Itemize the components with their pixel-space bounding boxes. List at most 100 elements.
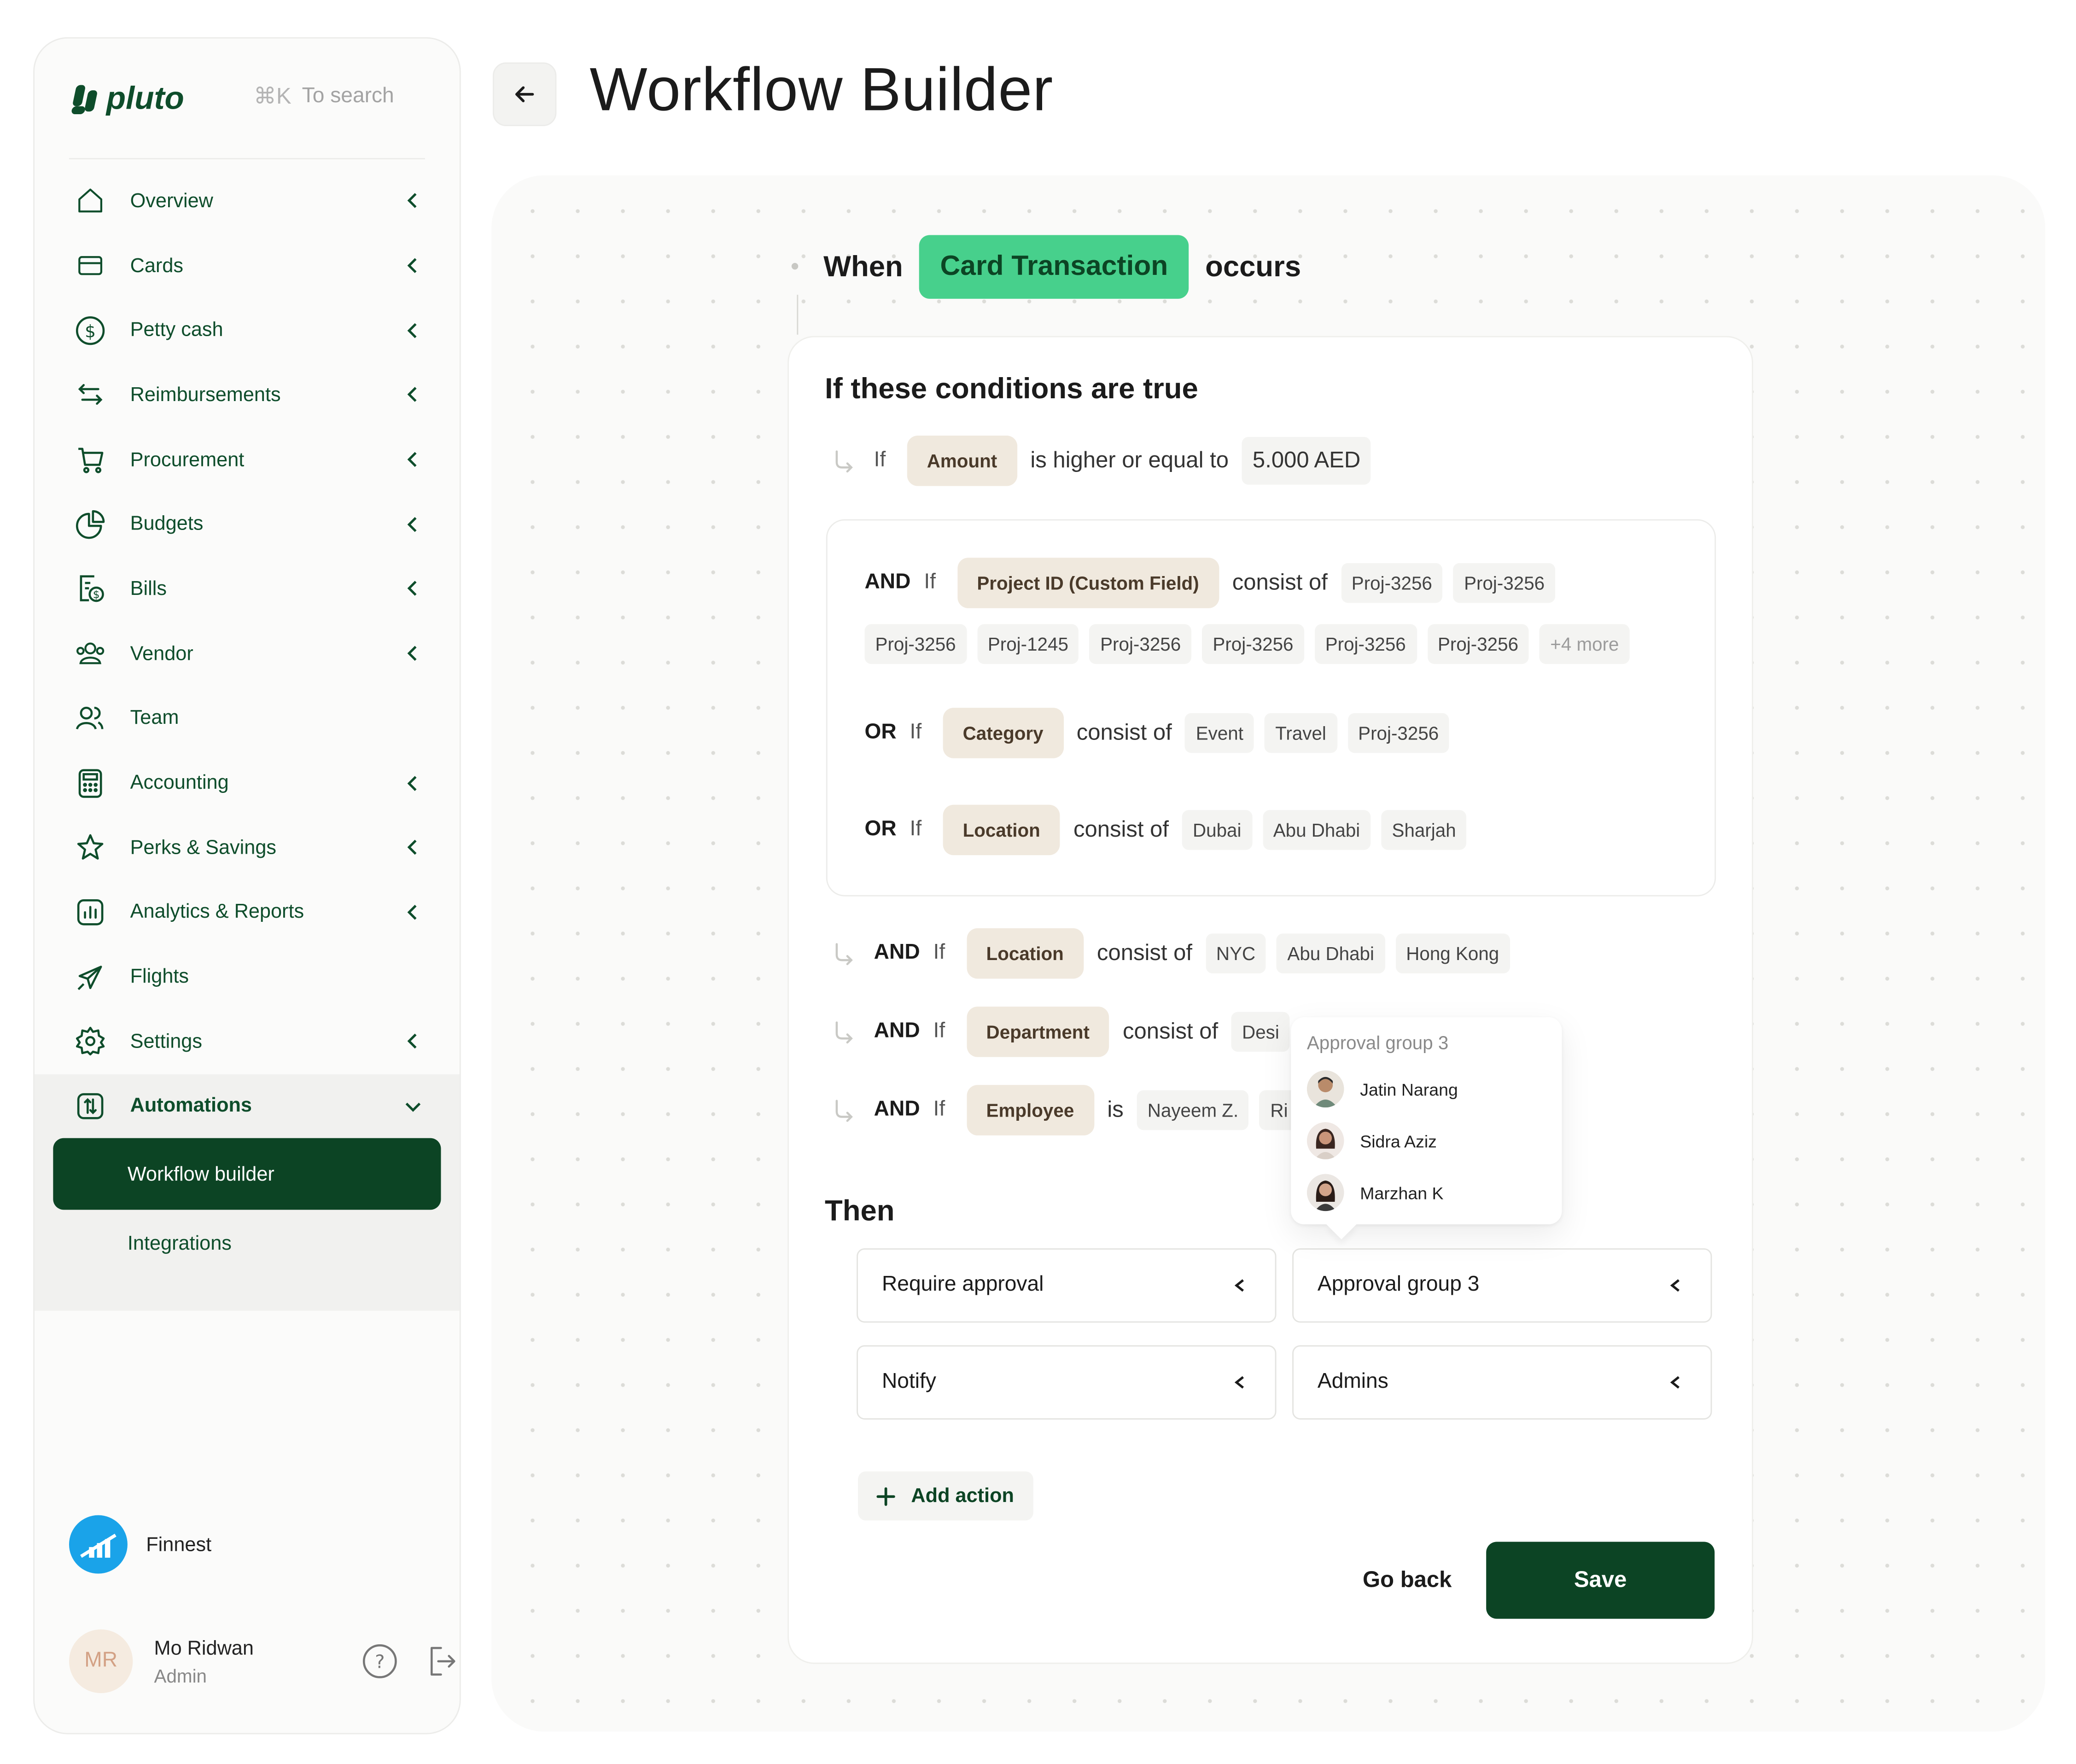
sidebar-subitem-integrations[interactable]: Integrations — [53, 1210, 441, 1276]
search-shortcut[interactable]: ⌘K To search — [254, 84, 394, 111]
sidebar-item-analytics-reports[interactable]: Analytics & Reports — [35, 880, 460, 944]
value-chip[interactable]: Sharjah — [1381, 810, 1467, 850]
sidebar-item-flights[interactable]: Flights — [35, 944, 460, 1009]
branch-arrow-icon — [835, 450, 853, 473]
or-keyword: OR — [864, 721, 897, 744]
value-chip[interactable]: Proj-3256 — [1341, 563, 1443, 603]
approver-item[interactable]: Sidra Aziz — [1306, 1122, 1437, 1159]
sidebar-item-vendor[interactable]: Vendor — [35, 621, 460, 686]
back-button[interactable] — [492, 62, 557, 126]
trigger-event-pill[interactable]: Card Transaction — [919, 235, 1190, 299]
value-chip[interactable]: Event — [1185, 713, 1254, 753]
value-chip[interactable]: Proj-1245 — [977, 624, 1079, 664]
condition-operator[interactable]: consist of — [1097, 940, 1192, 967]
value-chip[interactable]: Proj-3256 — [1347, 713, 1450, 753]
add-action-label: Add action — [911, 1485, 1014, 1508]
logout-icon[interactable] — [425, 1643, 460, 1680]
condition-operator[interactable]: is — [1107, 1097, 1123, 1124]
more-values-chip[interactable]: +4 more — [1540, 624, 1630, 664]
sidebar-item-cards[interactable]: Cards — [35, 233, 460, 298]
condition-field[interactable]: Amount — [907, 435, 1017, 486]
condition-value[interactable]: 5.000 AED — [1242, 437, 1371, 485]
user-name: Mo Ridwan — [154, 1636, 254, 1659]
gear-icon — [75, 1025, 106, 1057]
sidebar-item-accounting[interactable]: Accounting — [35, 751, 460, 815]
approver-select[interactable]: Approval group 3 — [1292, 1248, 1712, 1323]
approver-item[interactable]: Jatin Narang — [1306, 1070, 1458, 1108]
sidebar-item-team[interactable]: Team — [35, 686, 460, 751]
condition-field[interactable]: Project ID (Custom Field) — [957, 558, 1219, 608]
trigger-when-label: When — [823, 250, 903, 283]
condition-field[interactable]: Location — [943, 804, 1061, 856]
company-logo-icon — [69, 1515, 128, 1574]
sidebar-item-label: Automations — [130, 1094, 252, 1118]
trigger-row: When Card Transaction occurs — [823, 235, 1301, 299]
sidebar-item-petty-cash[interactable]: $ Petty cash — [35, 298, 460, 362]
team-icon — [75, 702, 106, 734]
dollar-icon: $ — [75, 314, 106, 346]
avatar[interactable]: MR — [69, 1629, 133, 1694]
search-hint-text: To search — [302, 85, 394, 108]
value-chip[interactable]: Proj-3256 — [864, 624, 967, 664]
sidebar-nav: Overview Cards $ Petty cash Reimbursemen… — [34, 169, 460, 1311]
value-chip[interactable]: NYC — [1205, 933, 1266, 973]
value-chip[interactable]: Abu Dhabi — [1262, 810, 1371, 850]
value-chip[interactable]: Proj-3256 — [1427, 624, 1529, 664]
trigger-connector-line — [797, 295, 799, 335]
value-chip[interactable]: Desi — [1231, 1012, 1290, 1052]
value-chip[interactable]: Nayeem Z. — [1137, 1090, 1249, 1130]
save-button[interactable]: Save — [1486, 1542, 1715, 1619]
sidebar-item-bills[interactable]: $ Bills — [35, 557, 460, 621]
select-value: Admins — [1317, 1370, 1388, 1393]
action-type-select[interactable]: Require approval — [857, 1248, 1277, 1323]
go-back-button[interactable]: Go back — [1363, 1567, 1452, 1594]
sidebar-item-perks-savings[interactable]: Perks & Savings — [35, 815, 460, 879]
value-chip[interactable]: Hong Kong — [1395, 933, 1510, 973]
avatar — [1306, 1174, 1344, 1211]
sidebar-item-label: Accounting — [130, 771, 229, 794]
condition-operator[interactable]: consist of — [1232, 570, 1328, 596]
brand-logo[interactable]: pluto — [70, 81, 184, 118]
approver-item[interactable]: Marzhan K — [1306, 1174, 1444, 1211]
value-chip[interactable]: Proj-3256 — [1453, 563, 1556, 603]
value-chip[interactable]: Proj-3256 — [1202, 624, 1304, 664]
chevron-left-icon — [407, 387, 417, 402]
sidebar-item-reimbursements[interactable]: Reimbursements — [35, 363, 460, 427]
and-keyword: AND — [874, 1098, 920, 1121]
sidebar-item-settings[interactable]: Settings — [35, 1009, 460, 1074]
popover-title: Approval group 3 — [1306, 1031, 1449, 1054]
value-chip[interactable]: Travel — [1265, 713, 1337, 753]
condition-field[interactable]: Location — [966, 928, 1084, 979]
condition-field[interactable]: Category — [943, 708, 1063, 758]
pluto-logo-icon — [70, 85, 99, 115]
recipient-select[interactable]: Admins — [1292, 1345, 1712, 1420]
chevron-left-icon — [407, 904, 417, 920]
condition-row: AND If Employee is Nayeem Z. Ri — [831, 1085, 1309, 1135]
condition-field[interactable]: Department — [966, 1007, 1110, 1057]
condition-operator[interactable]: consist of — [1123, 1019, 1218, 1045]
value-chip[interactable]: Abu Dhabi — [1277, 933, 1385, 973]
help-icon[interactable]: ? — [361, 1643, 398, 1680]
value-chip[interactable]: Proj-3256 — [1090, 624, 1192, 664]
value-chip[interactable]: Proj-3256 — [1314, 624, 1417, 664]
sidebar-item-overview[interactable]: Overview — [35, 169, 460, 233]
condition-field[interactable]: Employee — [966, 1085, 1094, 1135]
sidebar-item-automations[interactable]: Automations — [34, 1074, 460, 1139]
sidebar-subitem-workflow-builder[interactable]: Workflow builder — [53, 1138, 441, 1211]
or-keyword: OR — [864, 818, 897, 841]
condition-row: If Amount is higher or equal to 5.000 AE… — [831, 435, 1382, 486]
condition-operator[interactable]: is higher or equal to — [1030, 448, 1229, 474]
sidebar-item-procurement[interactable]: Procurement — [35, 427, 460, 492]
condition-operator[interactable]: consist of — [1077, 720, 1172, 746]
sidebar-item-budgets[interactable]: Budgets — [35, 492, 460, 556]
chevron-left-icon — [407, 840, 417, 855]
condition-operator[interactable]: consist of — [1073, 817, 1169, 844]
value-chip[interactable]: Dubai — [1182, 810, 1252, 850]
arrow-left-icon — [515, 86, 534, 103]
sidebar: pluto ⌘K To search Overview Cards $ Pett… — [33, 37, 461, 1735]
vendor-icon — [75, 638, 106, 670]
add-action-button[interactable]: Add action — [858, 1471, 1033, 1521]
condition-row: AND If Department consist of Desi — [831, 1007, 1300, 1057]
action-type-select[interactable]: Notify — [857, 1345, 1277, 1420]
company-switcher[interactable]: Finnest — [69, 1515, 211, 1574]
